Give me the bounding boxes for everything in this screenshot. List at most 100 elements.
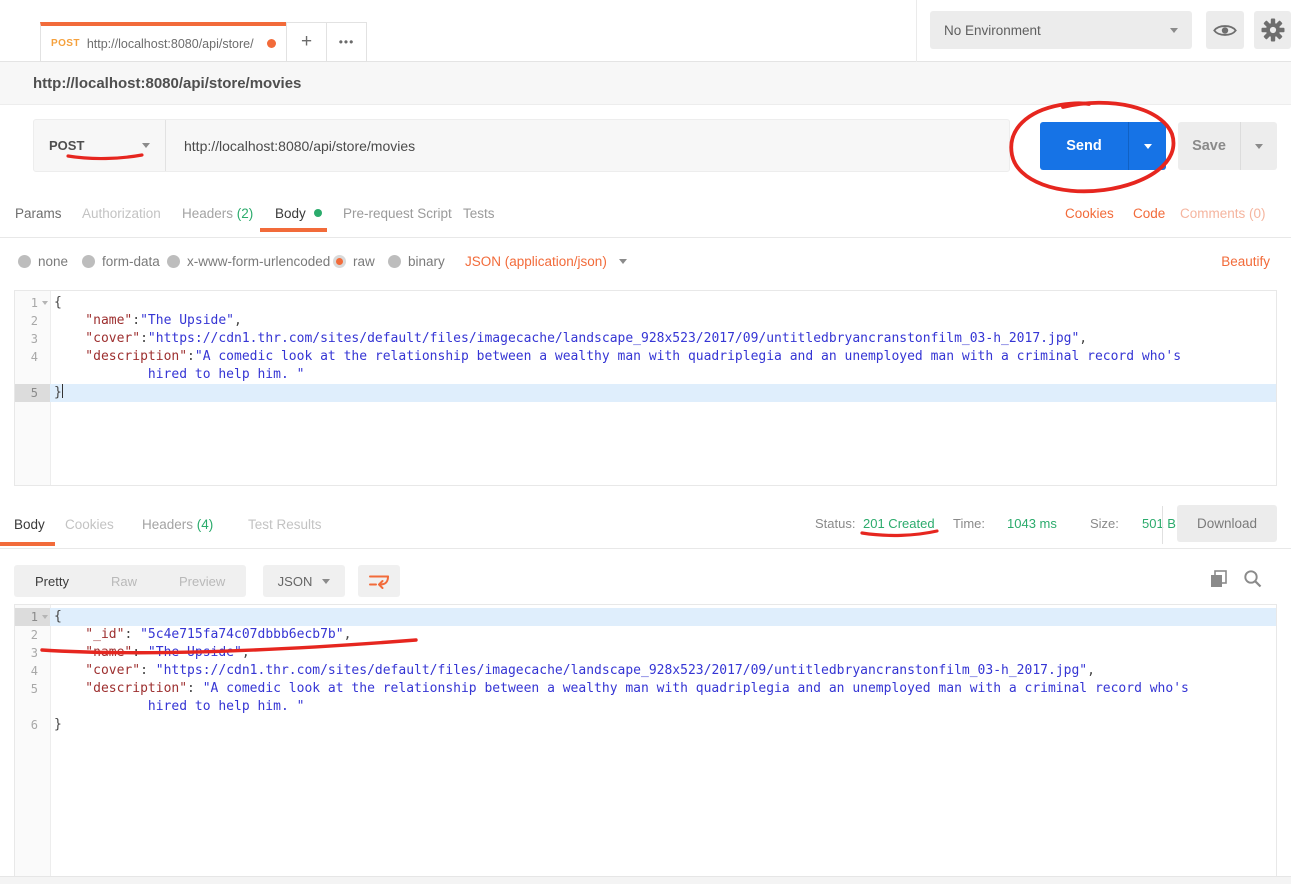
response-tab-headers[interactable]: Headers (4) [142, 517, 213, 532]
code-line: 5 "description": "A comedic look at the … [15, 680, 1276, 698]
code-line-wrap: hired to help him. " [15, 698, 1276, 716]
time-value: 1043 ms [1007, 516, 1057, 531]
code-content: "description": "A comedic look at the re… [50, 680, 1276, 698]
line-number: 5 [15, 384, 50, 402]
content-type-selector[interactable]: JSON (application/json) [465, 254, 627, 269]
line-number [15, 366, 50, 384]
green-dot-icon [314, 209, 322, 217]
environment-selector[interactable]: No Environment [930, 11, 1192, 49]
settings-button[interactable] [1254, 11, 1291, 49]
response-language-label: JSON [278, 574, 313, 589]
copy-icon [1208, 568, 1230, 590]
chevron-down-icon [142, 143, 150, 148]
response-headers-count-badge: (4) [197, 517, 214, 532]
view-preview[interactable]: Preview [158, 574, 246, 589]
unsaved-dot-icon [267, 39, 276, 48]
size-label: Size: [1090, 516, 1119, 531]
tab-method-label: POST [51, 38, 80, 49]
body-type-urlencoded[interactable]: x-www-form-urlencoded [167, 254, 330, 269]
new-tab-button[interactable]: + [286, 22, 327, 62]
status-label: Status: [815, 516, 855, 531]
copy-response-button[interactable] [1208, 568, 1230, 595]
line-number: 1 [15, 608, 50, 626]
body-type-urlencoded-label: x-www-form-urlencoded [187, 254, 330, 269]
cookies-link[interactable]: Cookies [1065, 206, 1114, 221]
save-button[interactable]: Save [1178, 122, 1240, 170]
code-content: { [50, 294, 1276, 312]
request-bar: POST http://localhost:8080/api/store/mov… [0, 105, 1291, 190]
gear-icon [1261, 18, 1285, 42]
line-number: 3 [15, 644, 50, 662]
body-type-form-data[interactable]: form-data [82, 254, 160, 269]
view-raw[interactable]: Raw [90, 574, 158, 589]
method-selector[interactable]: POST [34, 120, 166, 171]
request-body-editor[interactable]: 1 { 2 "name":"The Upside", 3 "cover":"ht… [14, 290, 1277, 486]
headers-count-badge: (2) [237, 206, 254, 221]
postman-app: POST http://localhost:8080/api/store/ + … [0, 0, 1291, 884]
wrap-text-button[interactable] [358, 565, 400, 597]
body-type-binary[interactable]: binary [388, 254, 445, 269]
line-number: 6 [15, 716, 50, 734]
body-type-form-data-label: form-data [102, 254, 160, 269]
active-tab-underline [260, 228, 327, 232]
fold-caret-icon[interactable] [42, 301, 48, 305]
fold-caret-icon[interactable] [42, 615, 48, 619]
view-pretty[interactable]: Pretty [14, 574, 90, 589]
line-number [15, 698, 50, 716]
tab-authorization[interactable]: Authorization [82, 206, 161, 221]
code-content: } [50, 384, 1276, 402]
tab-params[interactable]: Params [15, 206, 62, 221]
code-line-active: 1 { [15, 608, 1276, 626]
line-number: 1 [15, 294, 50, 312]
code-content: hired to help him. " [50, 366, 1276, 384]
search-response-button[interactable] [1242, 568, 1264, 595]
response-tab-body[interactable]: Body [14, 517, 45, 532]
code-line: 1 { [15, 294, 1276, 312]
send-button[interactable]: Send [1040, 122, 1128, 170]
more-tabs-button[interactable]: ••• [326, 22, 367, 62]
comments-link[interactable]: Comments (0) [1180, 206, 1266, 221]
response-language-selector[interactable]: JSON [263, 565, 345, 597]
body-type-binary-label: binary [408, 254, 445, 269]
radio-selected-icon [333, 255, 346, 268]
code-line: 2 "_id": "5c4e715fa74c07dbbb6ecb7b", [15, 626, 1276, 644]
code-link[interactable]: Code [1133, 206, 1165, 221]
save-options-button[interactable] [1240, 122, 1277, 170]
response-tab-test-results[interactable]: Test Results [248, 517, 322, 532]
body-type-none[interactable]: none [18, 254, 68, 269]
code-content: } [50, 716, 1276, 734]
code-line: 6 } [15, 716, 1276, 734]
environment-quick-look-button[interactable] [1206, 11, 1244, 49]
response-body-editor[interactable]: 1 { 2 "_id": "5c4e715fa74c07dbbb6ecb7b",… [14, 604, 1277, 876]
body-type-row: none form-data x-www-form-urlencoded raw… [0, 238, 1291, 290]
request-tabs: Params Authorization Headers (2) Body Pr… [0, 190, 1291, 238]
beautify-link[interactable]: Beautify [1221, 254, 1270, 269]
code-content: "name": "The Upside", [50, 644, 1276, 662]
active-response-tab-underline [0, 542, 55, 546]
status-value: 201 Created [863, 516, 935, 531]
tab-pre-request-script[interactable]: Pre-request Script [343, 206, 452, 221]
response-tab-cookies[interactable]: Cookies [65, 517, 114, 532]
send-options-button[interactable] [1128, 122, 1166, 170]
tab-headers-label: Headers [182, 206, 233, 221]
url-input[interactable]: http://localhost:8080/api/store/movies [166, 120, 1009, 171]
time-label: Time: [953, 516, 985, 531]
tab-tests[interactable]: Tests [463, 206, 495, 221]
response-view-controls: Pretty Raw Preview JSON [0, 550, 1291, 604]
horizontal-scrollbar[interactable] [0, 876, 1291, 884]
request-title-url: http://localhost:8080/api/store/movies [33, 75, 301, 92]
wrap-text-icon [368, 573, 390, 589]
chevron-down-icon [1170, 28, 1178, 33]
tab-body-label: Body [275, 206, 306, 221]
tab-headers[interactable]: Headers (2) [182, 206, 253, 221]
tab-url-label: http://localhost:8080/api/store/ [87, 37, 260, 51]
line-number: 4 [15, 348, 50, 366]
request-tab[interactable]: POST http://localhost:8080/api/store/ [40, 22, 287, 62]
divider [1162, 506, 1163, 544]
app-header: POST http://localhost:8080/api/store/ + … [0, 0, 1291, 62]
code-content: hired to help him. " [50, 698, 1276, 716]
code-content: "cover": "https://cdn1.thr.com/sites/def… [50, 662, 1276, 680]
tab-body[interactable]: Body [275, 206, 322, 221]
body-type-raw[interactable]: raw [333, 254, 375, 269]
download-button[interactable]: Download [1177, 505, 1277, 542]
